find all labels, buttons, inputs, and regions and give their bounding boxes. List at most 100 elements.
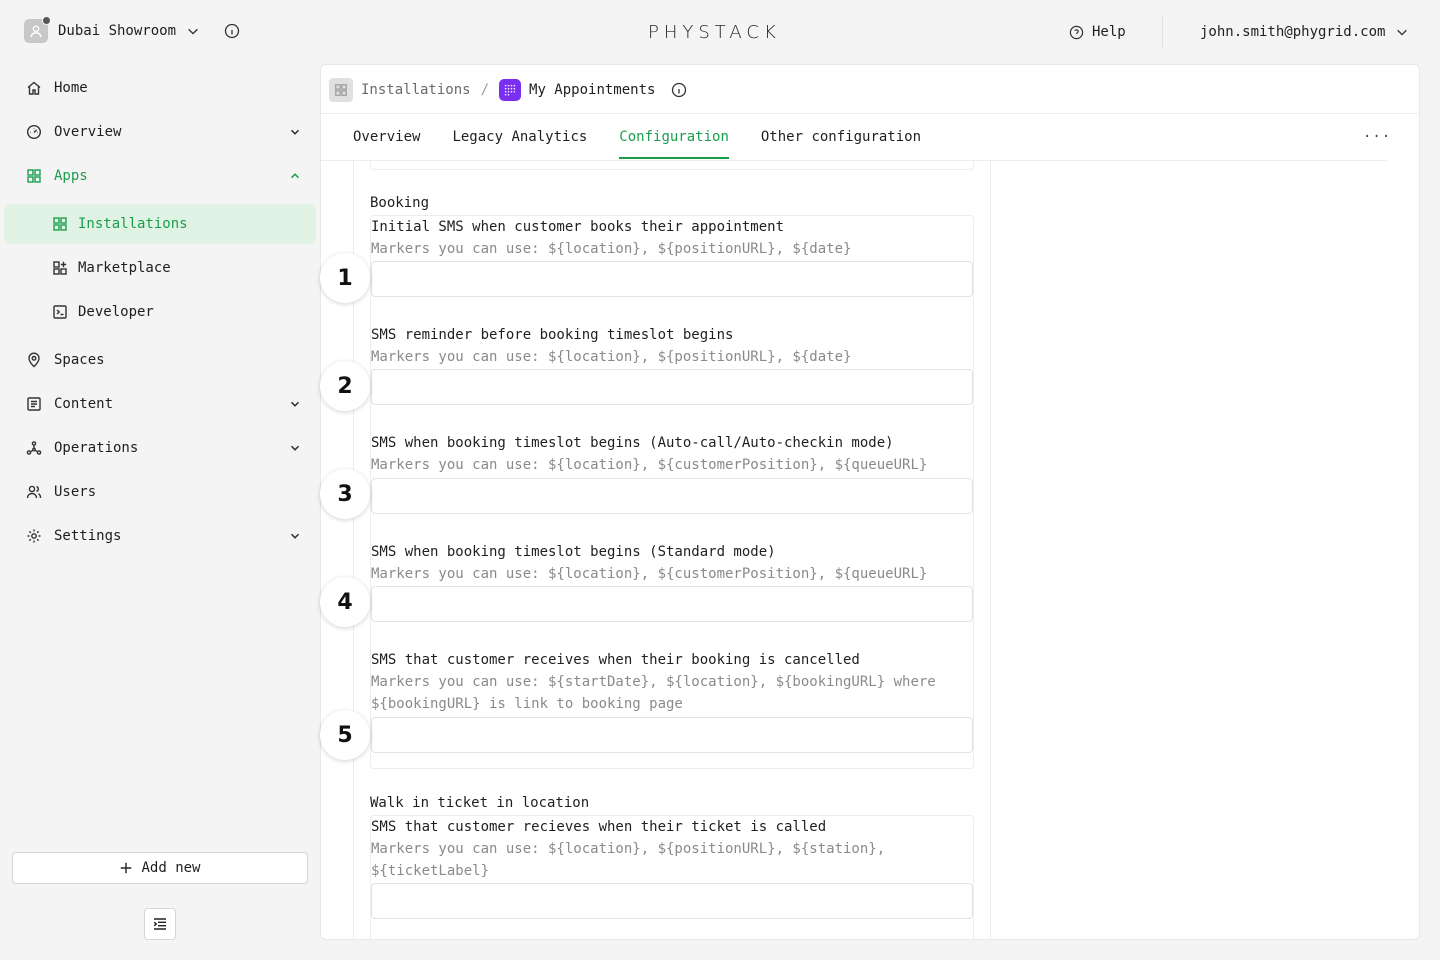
sidebar-item-label: Overview xyxy=(54,124,122,140)
more-options-icon[interactable]: ... xyxy=(1363,125,1391,141)
divider xyxy=(321,113,1419,114)
ticket-called-sms-input[interactable] xyxy=(371,883,973,919)
indent-icon xyxy=(153,918,166,930)
annotation-badge: 2 xyxy=(320,361,370,411)
question-circle-icon xyxy=(1069,25,1084,39)
sidebar-item-label: Installations xyxy=(78,216,188,232)
sidebar-item-overview[interactable]: Overview xyxy=(4,112,316,152)
tab-other-configuration[interactable]: Other configuration xyxy=(761,129,921,158)
divider xyxy=(1162,16,1163,48)
org-name: Dubai Showroom xyxy=(58,23,177,39)
cancelled-sms-input[interactable] xyxy=(371,717,973,753)
sidebar-item-apps[interactable]: Apps xyxy=(4,156,316,196)
field-label: SMS reminder before booking timeslot beg… xyxy=(371,327,734,343)
map-pin-icon xyxy=(28,352,40,368)
section-title-booking: Booking xyxy=(370,195,430,211)
autocall-sms-input[interactable] xyxy=(371,478,973,514)
chevron-down-icon[interactable] xyxy=(288,397,302,411)
info-icon[interactable] xyxy=(224,23,240,39)
app-icon xyxy=(499,79,522,101)
plus-icon xyxy=(121,862,132,874)
add-new-button[interactable]: Add new xyxy=(12,852,308,884)
sidebar-item-label: Operations xyxy=(54,440,139,456)
annotation-badge: 5 xyxy=(320,710,370,760)
add-new-label: Add new xyxy=(141,860,201,876)
top-bar: Dubai Showroom PHYSTACK Help john.smith@… xyxy=(0,0,1440,64)
field-hint: Markers you can use: ${startDate}, ${loc… xyxy=(371,674,936,712)
user-icon xyxy=(30,25,42,38)
sidebar-item-marketplace[interactable]: Marketplace xyxy=(4,248,316,288)
user-menu[interactable]: john.smith@phygrid.com xyxy=(1200,24,1409,40)
home-icon xyxy=(27,81,41,95)
field-hint: Markers you can use: ${location}, ${cust… xyxy=(371,457,928,473)
users-icon xyxy=(26,485,42,499)
standard-sms-input[interactable] xyxy=(371,586,973,622)
apps-grid-icon xyxy=(27,169,41,183)
sidebar-item-spaces[interactable]: Spaces xyxy=(4,340,316,380)
tab-bar: Overview Legacy Analytics Configuration … xyxy=(353,129,921,159)
section-title-walkin: Walk in ticket in location xyxy=(370,795,590,811)
field-label: SMS that customer recieves when their ti… xyxy=(371,819,827,835)
info-icon[interactable] xyxy=(671,82,687,98)
sidebar-item-settings[interactable]: Settings xyxy=(4,516,316,556)
chevron-down-icon[interactable] xyxy=(288,441,302,455)
sidebar-item-label: Marketplace xyxy=(78,260,171,276)
tab-legacy-analytics[interactable]: Legacy Analytics xyxy=(452,129,587,158)
sidebar-item-home[interactable]: Home xyxy=(4,68,316,108)
user-email: john.smith@phygrid.com xyxy=(1200,24,1386,40)
help-button[interactable]: Help xyxy=(1069,24,1126,40)
field-hint: Markers you can use: ${location}, ${cust… xyxy=(371,566,928,582)
sidebar-item-label: Users xyxy=(54,484,97,500)
installations-tile[interactable] xyxy=(329,78,353,102)
breadcrumb: Installations / My Appointments xyxy=(329,77,687,103)
field-hint: Markers you can use: ${location}, ${posi… xyxy=(371,841,886,879)
phystack-logo[interactable]: PHYSTACK xyxy=(648,22,781,43)
field-hint: Markers you can use: ${location}, ${posi… xyxy=(371,349,852,365)
calendar-dots-icon xyxy=(504,84,516,96)
sidebar-item-developer[interactable]: Developer xyxy=(4,292,316,332)
sidebar-item-label: Developer xyxy=(78,304,154,320)
document-list-icon xyxy=(27,397,41,411)
chevron-down-icon[interactable] xyxy=(186,24,200,38)
page-title: My Appointments xyxy=(529,82,656,98)
annotation-badge: 1 xyxy=(320,253,370,303)
field-label: SMS when booking timeslot begins (Standa… xyxy=(371,544,776,560)
sidebar-item-label: Home xyxy=(54,80,88,96)
apps-grid-icon xyxy=(53,217,67,231)
annotation-badge: 3 xyxy=(320,469,370,519)
sidebar-item-installations[interactable]: Installations xyxy=(4,204,316,244)
initial-sms-input[interactable] xyxy=(371,261,973,297)
sidebar-item-users[interactable]: Users xyxy=(4,472,316,512)
tab-overview[interactable]: Overview xyxy=(353,129,420,158)
gauge-icon xyxy=(26,124,42,140)
chevron-down-icon[interactable] xyxy=(288,125,302,139)
network-icon xyxy=(26,441,42,455)
field-hint: Markers you can use: ${location}, ${posi… xyxy=(371,241,852,257)
chevron-down-icon[interactable] xyxy=(288,529,302,543)
sidebar-item-label: Content xyxy=(54,396,114,412)
sidebar-item-label: Settings xyxy=(54,528,122,544)
sidebar-item-label: Apps xyxy=(54,168,88,184)
field-label: SMS when booking timeslot begins (Auto-c… xyxy=(371,435,894,451)
terminal-icon xyxy=(53,305,67,319)
previous-group-bottom xyxy=(370,161,974,170)
collapse-sidebar-button[interactable] xyxy=(144,908,176,940)
annotation-badge: 4 xyxy=(320,577,370,627)
main-panel: Installations / My Appointments Overview… xyxy=(320,64,1420,940)
breadcrumb-separator: / xyxy=(480,82,490,98)
chevron-up-icon[interactable] xyxy=(288,169,302,183)
tab-configuration[interactable]: Configuration xyxy=(619,129,729,159)
chevron-down-icon xyxy=(1397,29,1408,36)
reminder-sms-input[interactable] xyxy=(371,369,973,405)
sidebar-item-content[interactable]: Content xyxy=(4,384,316,424)
field-label: Initial SMS when customer books their ap… xyxy=(371,219,785,235)
org-switcher[interactable]: Dubai Showroom xyxy=(24,16,240,43)
sidebar-item-operations[interactable]: Operations xyxy=(4,428,316,468)
sidebar-item-label: Spaces xyxy=(54,352,105,368)
gear-icon xyxy=(27,529,41,543)
field-label: SMS that customer receives when their bo… xyxy=(371,652,860,668)
breadcrumb-installations[interactable]: Installations xyxy=(361,82,471,98)
divider xyxy=(990,161,991,939)
help-label: Help xyxy=(1092,24,1126,40)
org-avatar xyxy=(24,16,51,43)
